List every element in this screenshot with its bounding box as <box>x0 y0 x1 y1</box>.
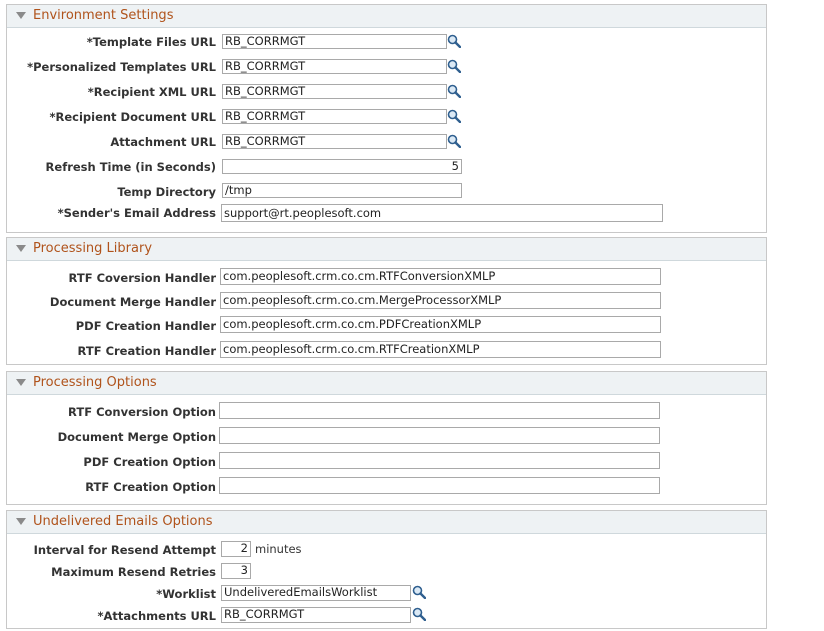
max-resend-retries-input[interactable]: 3 <box>221 563 251 579</box>
lookup-icon[interactable] <box>447 109 461 123</box>
section-title: Processing Options <box>33 375 157 390</box>
collapse-triangle-icon[interactable] <box>16 12 26 19</box>
personalized-templates-url-label: *Personalized Templates URL <box>27 60 216 74</box>
processing-library-header[interactable]: Processing Library <box>7 238 766 261</box>
collapse-triangle-icon[interactable] <box>16 518 26 525</box>
collapse-triangle-icon[interactable] <box>16 245 26 252</box>
collapse-triangle-icon[interactable] <box>16 379 26 386</box>
rtf-conversion-option-label: RTF Conversion Option <box>68 405 216 419</box>
rtf-creation-option-label: RTF Creation Option <box>85 480 216 494</box>
rtf-conversion-handler-input[interactable]: com.peoplesoft.crm.co.cm.RTFConversionXM… <box>220 268 661 285</box>
document-merge-option-input[interactable] <box>219 427 660 444</box>
attachments-url-label: *Attachments URL <box>97 609 216 623</box>
rtf-creation-handler-input[interactable]: com.peoplesoft.crm.co.cm.RTFCreationXMLP <box>220 341 661 358</box>
environment-settings-header[interactable]: Environment Settings <box>7 5 766 28</box>
minutes-unit-label: minutes <box>255 542 302 556</box>
template-files-url-label: *Template Files URL <box>86 35 216 49</box>
lookup-icon[interactable] <box>447 84 461 98</box>
recipient-document-url-label: *Recipient Document URL <box>49 110 216 124</box>
section-title: Undelivered Emails Options <box>33 514 213 529</box>
section-title: Processing Library <box>33 241 153 256</box>
pdf-creation-option-input[interactable] <box>219 452 660 469</box>
document-merge-handler-label: Document Merge Handler <box>49 295 216 309</box>
max-resend-retries-label: Maximum Resend Retries <box>51 565 216 579</box>
worklist-label: *Worklist <box>156 587 216 601</box>
recipient-xml-url-input[interactable]: RB_CORRMGT <box>222 84 447 99</box>
environment-settings-section: Environment Settings *Template Files URL… <box>6 4 767 233</box>
pdf-creation-handler-label: PDF Creation Handler <box>75 319 216 333</box>
refresh-time-input[interactable]: 5 <box>222 159 462 174</box>
personalized-templates-url-input[interactable]: RB_CORRMGT <box>222 59 447 74</box>
processing-options-section: Processing Options RTF Conversion Option… <box>6 371 767 505</box>
lookup-icon[interactable] <box>412 585 426 599</box>
sender-email-label: *Sender's Email Address <box>57 206 216 220</box>
resend-interval-label: Interval for Resend Attempt <box>33 543 216 557</box>
sender-email-input[interactable]: support@rt.peoplesoft.com <box>221 204 663 222</box>
processing-library-section: Processing Library RTF Coversion Handler… <box>6 237 767 365</box>
lookup-icon[interactable] <box>447 59 461 73</box>
lookup-icon[interactable] <box>447 134 461 148</box>
attachments-url-input[interactable]: RB_CORRMGT <box>221 607 411 623</box>
processing-options-header[interactable]: Processing Options <box>7 372 766 395</box>
undelivered-emails-section: Undelivered Emails Options Interval for … <box>6 510 767 629</box>
rtf-conversion-option-input[interactable] <box>219 402 660 419</box>
document-merge-handler-input[interactable]: com.peoplesoft.crm.co.cm.MergeProcessorX… <box>220 292 661 309</box>
attachment-url-input[interactable]: RB_CORRMGT <box>222 134 447 149</box>
undelivered-emails-header[interactable]: Undelivered Emails Options <box>7 511 766 534</box>
lookup-icon[interactable] <box>447 34 461 48</box>
section-title: Environment Settings <box>33 8 174 23</box>
recipient-document-url-input[interactable]: RB_CORRMGT <box>222 109 447 124</box>
pdf-creation-option-label: PDF Creation Option <box>83 455 216 469</box>
temp-directory-label: Temp Directory <box>117 185 216 199</box>
rtf-creation-handler-label: RTF Creation Handler <box>77 344 216 358</box>
recipient-xml-url-label: *Recipient XML URL <box>87 85 216 99</box>
temp-directory-input[interactable]: /tmp <box>222 183 462 198</box>
template-files-url-input[interactable]: RB_CORRMGT <box>222 34 447 49</box>
rtf-creation-option-input[interactable] <box>219 477 660 494</box>
refresh-time-label: Refresh Time (in Seconds) <box>45 160 216 174</box>
rtf-conversion-handler-label: RTF Coversion Handler <box>68 271 216 285</box>
document-merge-option-label: Document Merge Option <box>57 430 216 444</box>
lookup-icon[interactable] <box>412 607 426 621</box>
pdf-creation-handler-input[interactable]: com.peoplesoft.crm.co.cm.PDFCreationXMLP <box>220 316 661 333</box>
resend-interval-input[interactable]: 2 <box>221 541 251 557</box>
attachment-url-label: Attachment URL <box>110 135 216 149</box>
worklist-input[interactable]: UndeliveredEmailsWorklist <box>221 585 411 601</box>
